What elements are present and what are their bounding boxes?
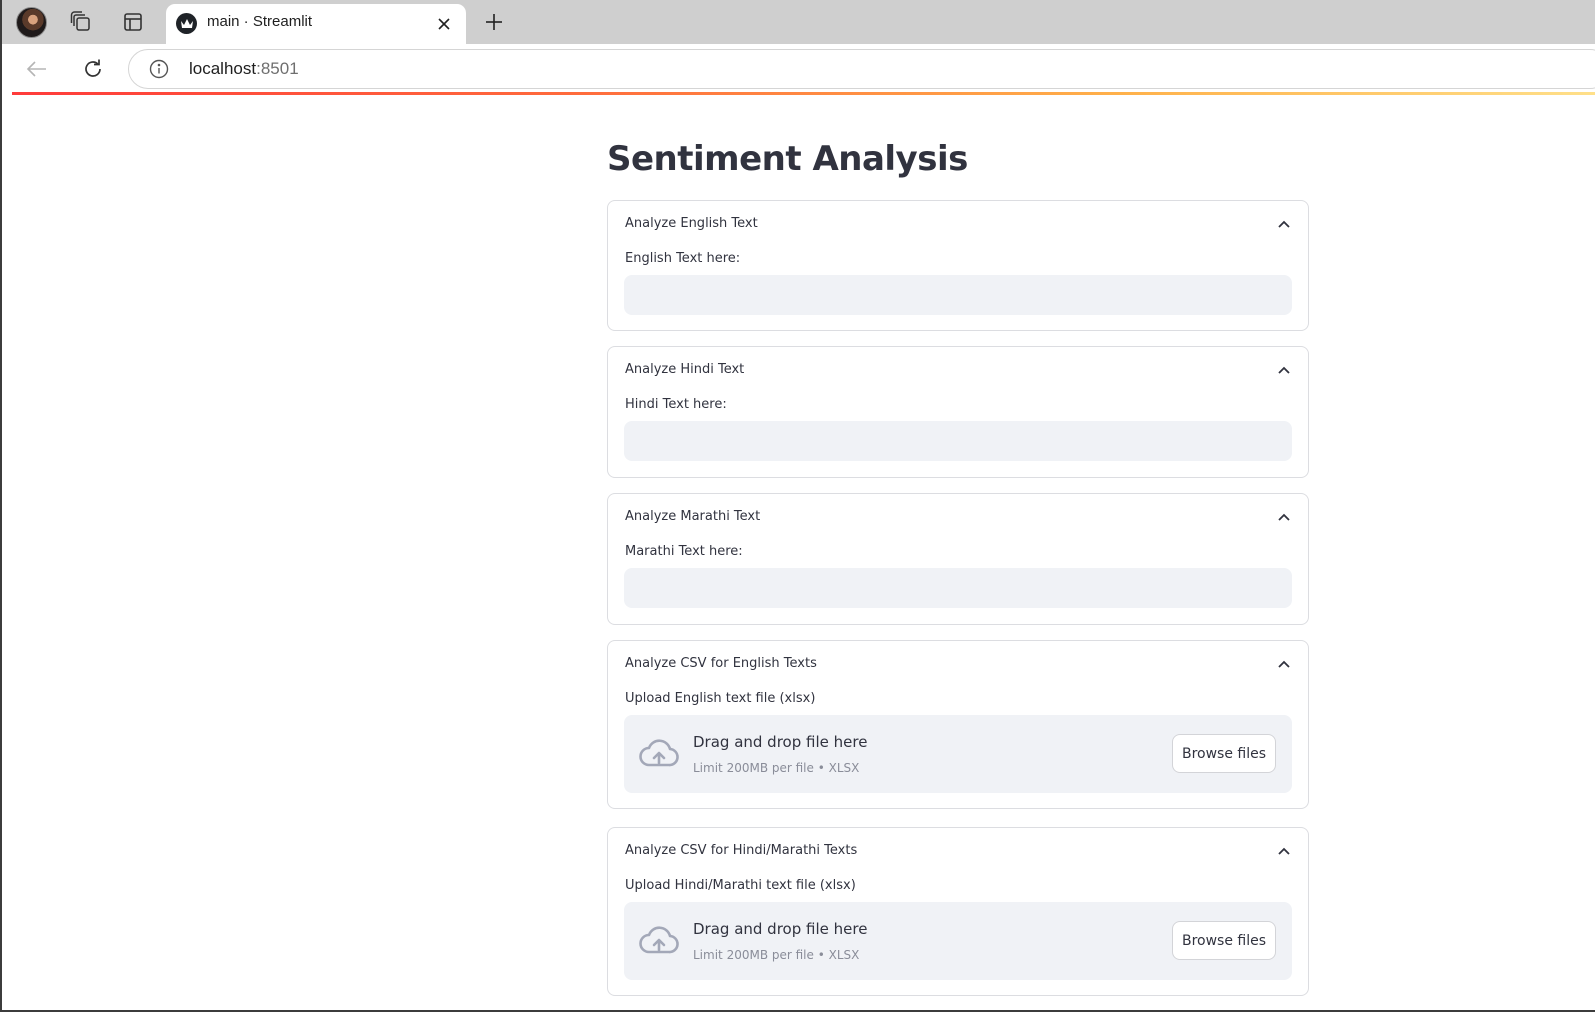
expander-csv-hindi-marathi: Analyze CSV for Hindi/Marathi Texts Uplo… <box>607 827 1309 996</box>
expander-title: Analyze CSV for English Texts <box>625 656 817 671</box>
file-dropzone-hindi-marathi[interactable]: Drag and drop file here Limit 200MB per … <box>624 902 1292 980</box>
expander-title: Analyze English Text <box>625 216 758 231</box>
expander-header-csv-hindi-marathi[interactable]: Analyze CSV for Hindi/Marathi Texts <box>608 828 1308 874</box>
marathi-text-input[interactable] <box>624 568 1292 608</box>
dropzone-limit: Limit 200MB per file • XLSX <box>693 948 860 962</box>
chevron-up-icon[interactable] <box>1277 363 1291 377</box>
hindi-text-input[interactable] <box>624 421 1292 461</box>
english-text-label: English Text here: <box>625 251 741 266</box>
upload-english-label: Upload English text file (xlsx) <box>625 691 816 706</box>
expander-title: Analyze Marathi Text <box>625 509 761 524</box>
chevron-up-icon[interactable] <box>1277 844 1291 858</box>
expander-english-text: Analyze English Text English Text here: <box>607 200 1309 331</box>
tab-title: main · Streamlit <box>207 13 313 30</box>
marathi-text-label: Marathi Text here: <box>625 544 743 559</box>
expander-title: Analyze Hindi Text <box>625 362 745 377</box>
expander-hindi-text: Analyze Hindi Text Hindi Text here: <box>607 346 1309 478</box>
browser-toolbar: localhost:8501 <box>2 44 1595 94</box>
cloud-upload-icon <box>639 926 679 954</box>
workspaces-icon[interactable] <box>68 10 94 34</box>
page-title: Sentiment Analysis <box>607 139 968 179</box>
expander-marathi-text: Analyze Marathi Text Marathi Text here: <box>607 493 1309 625</box>
chevron-up-icon[interactable] <box>1277 510 1291 524</box>
profile-avatar[interactable] <box>16 7 47 38</box>
upload-hindi-marathi-label: Upload Hindi/Marathi text file (xlsx) <box>625 878 856 893</box>
english-text-input[interactable] <box>624 275 1292 315</box>
expander-csv-english: Analyze CSV for English Texts Upload Eng… <box>607 640 1309 809</box>
reload-icon[interactable] <box>78 54 108 84</box>
expander-header-hindi[interactable]: Analyze Hindi Text <box>608 347 1308 393</box>
tab-actions-icon[interactable] <box>120 10 146 34</box>
page-loading-bar <box>12 92 1595 95</box>
plus-icon[interactable] <box>481 9 507 35</box>
url-port: :8501 <box>256 59 299 78</box>
streamlit-crown-icon <box>176 13 197 34</box>
browse-files-button[interactable]: Browse files <box>1172 734 1276 773</box>
dropzone-instructions: Drag and drop file here <box>693 920 868 938</box>
back-arrow-icon[interactable] <box>22 54 52 84</box>
browse-files-button[interactable]: Browse files <box>1172 921 1276 960</box>
chevron-up-icon[interactable] <box>1277 657 1291 671</box>
dropzone-instructions: Drag and drop file here <box>693 733 868 751</box>
active-tab[interactable]: main · Streamlit <box>166 4 466 44</box>
file-dropzone-english[interactable]: Drag and drop file here Limit 200MB per … <box>624 715 1292 793</box>
browser-window: main · Streamlit localhost:8501 Sentimen… <box>0 0 1595 1012</box>
expander-title: Analyze CSV for Hindi/Marathi Texts <box>625 843 858 858</box>
expander-header-csv-english[interactable]: Analyze CSV for English Texts <box>608 641 1308 687</box>
chevron-up-icon[interactable] <box>1277 217 1291 231</box>
close-icon[interactable] <box>434 14 454 34</box>
hindi-text-label: Hindi Text here: <box>625 397 727 412</box>
url-text: localhost:8501 <box>189 59 299 79</box>
expander-header-marathi[interactable]: Analyze Marathi Text <box>608 494 1308 540</box>
expander-header-english[interactable]: Analyze English Text <box>608 201 1308 247</box>
url-host: localhost <box>189 59 257 78</box>
cloud-upload-icon <box>639 739 679 767</box>
info-icon[interactable] <box>149 59 169 79</box>
streamlit-page: Sentiment Analysis Analyze English Text … <box>2 96 1595 1010</box>
tab-strip: main · Streamlit <box>2 0 1595 44</box>
address-bar[interactable]: localhost:8501 <box>128 49 1595 89</box>
dropzone-limit: Limit 200MB per file • XLSX <box>693 761 860 775</box>
